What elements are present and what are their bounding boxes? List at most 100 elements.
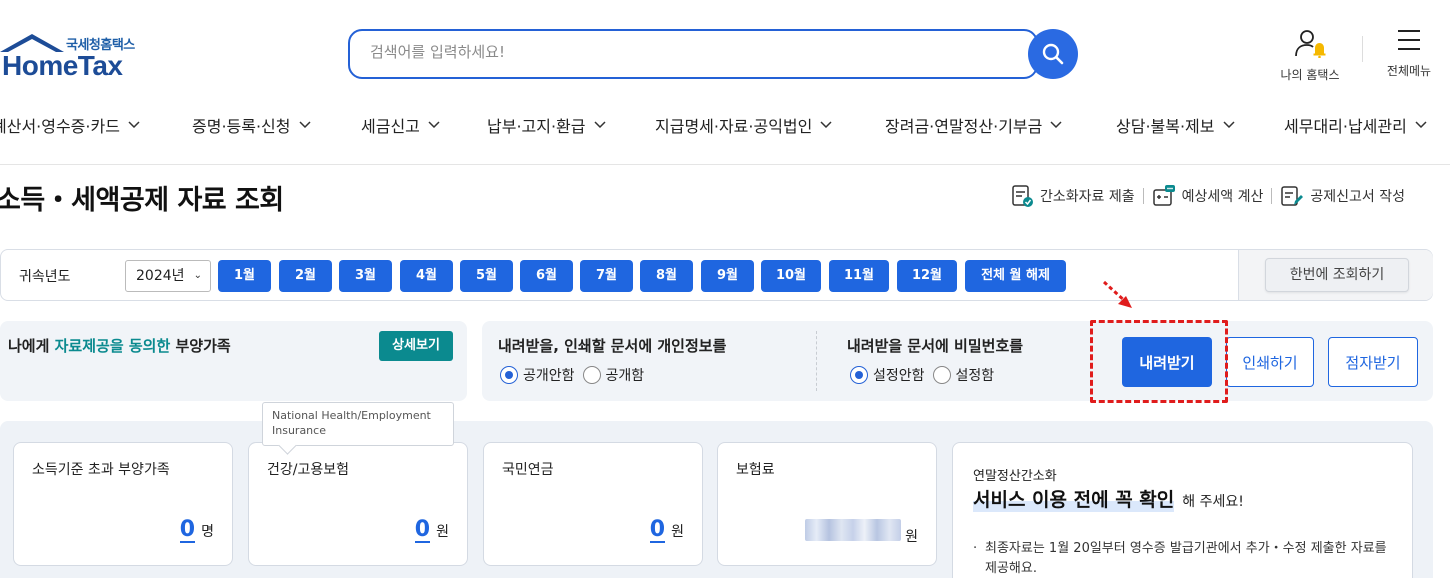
month-button-10[interactable]: 10월 bbox=[761, 260, 821, 292]
my-hometax-label: 나의 홈택스 bbox=[1280, 68, 1340, 82]
month-button-1[interactable]: 1월 bbox=[218, 260, 271, 292]
notice-title-suffix: 해 주세요! bbox=[1182, 494, 1244, 510]
header: 국세청홈택스 HomeTax 나의 홈택스 전체메뉴 bbox=[0, 0, 1450, 100]
dependents-detail-button[interactable]: 상세보기 bbox=[379, 331, 453, 361]
month-button-11[interactable]: 11월 bbox=[829, 260, 889, 292]
gnb-item-year-end-settlement[interactable]: 장려금·연말정산·기부금 bbox=[885, 113, 1062, 137]
quick-links: 간소화자료 제출 예상세액 계산 공제신고서 작성 bbox=[1010, 184, 1405, 208]
link-separator bbox=[1142, 188, 1144, 204]
search-button[interactable] bbox=[1028, 29, 1078, 79]
month-filter-bar: 귀속년도 2024년 ⌄ 1월 2월 3월 4월 5월 6월 7월 8월 9월 … bbox=[0, 249, 1433, 301]
options-divider bbox=[816, 331, 817, 391]
month-button-7[interactable]: 7월 bbox=[580, 260, 633, 292]
calculator-chat-icon bbox=[1152, 185, 1175, 206]
annotation-highlight-box bbox=[1090, 320, 1228, 403]
summary-card-insurance-premium[interactable]: 보험료 원 bbox=[717, 442, 937, 566]
month-button-2[interactable]: 2월 bbox=[279, 260, 332, 292]
notice-body: 최종자료는 1월 20일부터 영수증 발급기관에서 추가・수정 제출한 자료를 … bbox=[973, 539, 1393, 578]
chevron-down-icon bbox=[428, 121, 440, 129]
card-number[interactable]: 0 bbox=[179, 519, 196, 543]
chevron-down-icon bbox=[1222, 121, 1235, 129]
notice-card: 연말정산간소화 서비스 이용 전에 꼭 확인 해 주세요! 최종자료는 1월 2… bbox=[952, 442, 1413, 578]
password-radio-group: 설정안함 설정함 bbox=[850, 365, 1002, 385]
password-radio-set[interactable]: 설정함 bbox=[932, 365, 994, 385]
page-title: 소득・세액공제 자료 조회 bbox=[0, 185, 284, 216]
chevron-down-icon bbox=[820, 121, 832, 129]
chevron-down-icon bbox=[128, 121, 140, 129]
clear-all-months-button[interactable]: 전체 월 해제 bbox=[965, 260, 1066, 292]
radio-unchecked[interactable] bbox=[932, 366, 951, 384]
link-label: 예상세액 계산 bbox=[1181, 189, 1264, 205]
gnb-item-tax-agent[interactable]: 세무대리·납세관리 bbox=[1284, 113, 1427, 137]
redacted-amount[interactable] bbox=[805, 519, 902, 541]
radio-unchecked[interactable] bbox=[582, 366, 601, 384]
gnb-label: 세무대리·납세관리 bbox=[1284, 117, 1407, 136]
nav-divider bbox=[0, 164, 1450, 165]
password-radio-none[interactable]: 설정안함 bbox=[850, 365, 925, 385]
dependents-text: 나에게 자료제공을 동의한 부양가족 bbox=[8, 335, 231, 356]
chevron-down-icon bbox=[1050, 121, 1062, 129]
card-unit: 원 bbox=[905, 529, 918, 545]
query-all-area: 한번에 조회하기 bbox=[1238, 250, 1433, 300]
card-number[interactable]: 0 bbox=[649, 519, 666, 543]
simplified-data-submit-link[interactable]: 간소화자료 제출 bbox=[1010, 184, 1135, 208]
radio-label: 공개함 bbox=[605, 368, 645, 384]
month-button-3[interactable]: 3월 bbox=[339, 260, 392, 292]
month-button-9[interactable]: 9월 bbox=[701, 260, 754, 292]
card-title: 보험료 bbox=[736, 462, 775, 478]
privacy-radio-show[interactable]: 공개함 bbox=[582, 365, 645, 385]
year-select[interactable]: 2024년 ⌄ bbox=[125, 260, 211, 292]
gnb-item-payment[interactable]: 납부·고지·환급 bbox=[487, 113, 606, 137]
gnb-label: 증명·등록·신청 bbox=[192, 117, 291, 136]
chevron-down-icon bbox=[298, 121, 311, 129]
gnb-label: 납부·고지·환급 bbox=[487, 117, 586, 136]
hometax-logo[interactable]: 국세청홈택스 HomeTax bbox=[0, 28, 150, 83]
header-divider bbox=[1362, 36, 1363, 62]
hamburger-menu-icon bbox=[1398, 30, 1420, 50]
password-option-title: 내려받을 문서에 비밀번호를 bbox=[847, 337, 1024, 355]
month-button-4[interactable]: 4월 bbox=[400, 260, 453, 292]
month-button-5[interactable]: 5월 bbox=[460, 260, 513, 292]
year-select-value: 2024년 bbox=[136, 268, 185, 284]
annotation-arrow-icon bbox=[1102, 280, 1132, 308]
document-check-icon bbox=[1012, 185, 1033, 207]
print-button[interactable]: 인쇄하기 bbox=[1226, 337, 1314, 387]
card-unit: 원 bbox=[436, 524, 449, 540]
link-separator bbox=[1271, 188, 1273, 204]
gnb-item-receipts[interactable]: 계산서·영수증·카드 bbox=[0, 113, 140, 137]
privacy-radio-group: 공개안함 공개함 bbox=[500, 365, 652, 385]
chevron-down-icon: ⌄ bbox=[193, 270, 202, 281]
card-value: 0 명 bbox=[179, 519, 214, 543]
summary-card-dependents-over-income[interactable]: 소득기준 초과 부양가족 0 명 bbox=[13, 442, 233, 566]
summary-card-health-employment-insurance[interactable]: 건강/고용보험 0 원 bbox=[248, 442, 468, 566]
logo-wordmark: HomeTax bbox=[2, 50, 123, 81]
month-button-8[interactable]: 8월 bbox=[640, 260, 693, 292]
dependents-text-prefix: 나에게 bbox=[8, 337, 55, 355]
braille-button[interactable]: 점자받기 bbox=[1328, 337, 1418, 387]
radio-checked[interactable] bbox=[500, 366, 518, 384]
gnb-label: 상담·불복·제보 bbox=[1116, 117, 1215, 136]
notice-subtitle: 연말정산간소화 bbox=[973, 469, 1057, 484]
gnb-item-certificates[interactable]: 증명·등록·신청 bbox=[192, 113, 311, 137]
query-all-button[interactable]: 한번에 조회하기 bbox=[1265, 258, 1409, 292]
month-button-6[interactable]: 6월 bbox=[520, 260, 573, 292]
month-button-12[interactable]: 12월 bbox=[897, 260, 957, 292]
gnb-item-consulting[interactable]: 상담·불복·제보 bbox=[1116, 113, 1235, 137]
gnb-label: 장려금·연말정산·기부금 bbox=[885, 117, 1043, 136]
estimated-tax-link[interactable]: 예상세액 계산 bbox=[1152, 184, 1264, 208]
gnb-label: 세금신고 bbox=[361, 117, 420, 136]
summary-card-national-pension[interactable]: 국민연금 0 원 bbox=[483, 442, 703, 566]
search-box[interactable] bbox=[348, 29, 1038, 79]
gnb-item-payment-statements[interactable]: 지급명세·자료·공익법인 bbox=[655, 113, 832, 137]
deduction-form-link[interactable]: 공제신고서 작성 bbox=[1280, 184, 1405, 208]
my-hometax-button[interactable]: 나의 홈택스 bbox=[1270, 28, 1350, 83]
notice-title: 서비스 이용 전에 꼭 확인 해 주세요! bbox=[973, 485, 1244, 512]
card-number[interactable]: 0 bbox=[414, 519, 431, 543]
card-unit: 명 bbox=[201, 524, 214, 540]
radio-checked[interactable] bbox=[850, 366, 868, 384]
privacy-radio-hide[interactable]: 공개안함 bbox=[500, 365, 575, 385]
search-input[interactable] bbox=[370, 43, 1010, 61]
gnb-item-tax-filing[interactable]: 세금신고 bbox=[361, 113, 440, 137]
privacy-option-title: 내려받을, 인쇄할 문서에 개인정보를 bbox=[498, 337, 727, 355]
all-menu-button[interactable]: 전체메뉴 bbox=[1380, 28, 1438, 79]
